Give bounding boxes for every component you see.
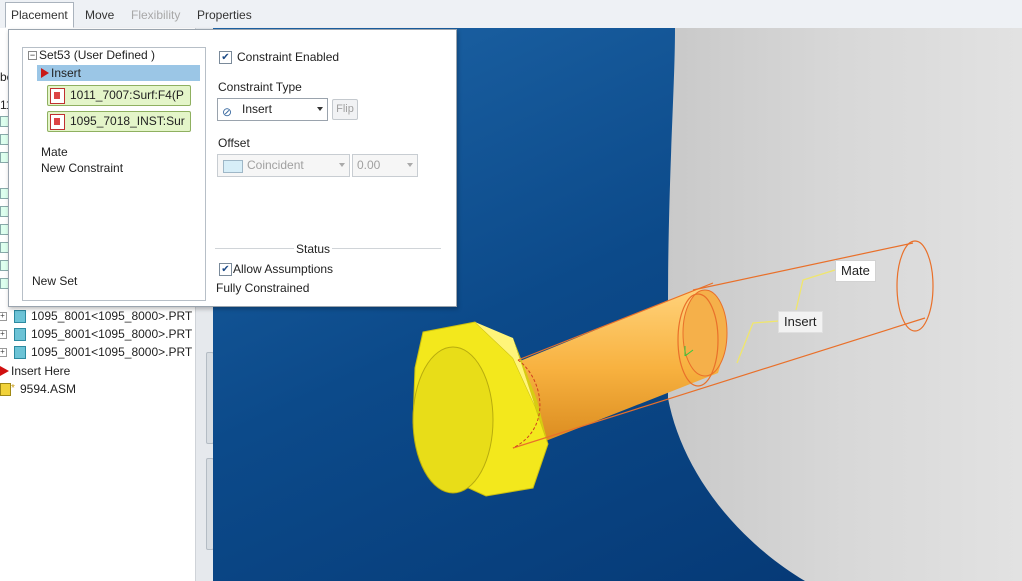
expand-icon[interactable]: +	[0, 312, 7, 321]
offset-mode-select[interactable]: Coincident	[217, 154, 350, 177]
allow-assumptions-checkbox[interactable]: ✔	[219, 263, 232, 276]
asterisk-icon: *	[11, 383, 15, 394]
dashboard-tab-bar: Placement Move Flexibility Properties	[0, 0, 1022, 29]
tab-properties[interactable]: Properties	[192, 3, 257, 27]
constraint-item-insert[interactable]: Insert	[37, 65, 200, 81]
mate-callout[interactable]: Mate	[835, 260, 876, 282]
insert-callout[interactable]: Insert	[778, 311, 823, 333]
tab-flexibility[interactable]: Flexibility	[126, 3, 185, 27]
bolt-end-face[interactable]	[682, 289, 728, 377]
part-icon	[14, 346, 26, 359]
surface-ref-icon	[50, 114, 65, 130]
set-name[interactable]: Set53 (User Defined )	[39, 48, 155, 62]
constraint-type-select[interactable]: ⊘ Insert	[217, 98, 328, 121]
collapse-icon[interactable]: −	[28, 51, 37, 60]
constraint-list: − Set53 (User Defined ) Insert 1011_7007…	[22, 47, 206, 301]
coincident-icon	[223, 160, 243, 173]
constraint-item-mate[interactable]: Mate	[41, 145, 68, 159]
insert-flag-icon	[0, 366, 9, 376]
chevron-down-icon	[339, 163, 345, 167]
status-text: Fully Constrained	[216, 281, 310, 295]
reference-2[interactable]: 1095_7018_INST:Sur	[47, 111, 191, 132]
allow-assumptions-label: Allow Assumptions	[233, 262, 334, 276]
offset-label: Offset	[218, 136, 250, 150]
offset-value-select[interactable]: 0.00	[352, 154, 418, 177]
bolt-head-face[interactable]	[412, 346, 494, 494]
expand-icon[interactable]: +	[0, 330, 7, 339]
part-icon	[14, 328, 26, 341]
assembly-icon	[0, 383, 11, 396]
part-icon	[14, 310, 26, 323]
flip-button[interactable]: Flip	[332, 99, 358, 120]
chevron-down-icon	[317, 107, 323, 111]
new-set[interactable]: New Set	[32, 274, 77, 288]
placement-panel: − Set53 (User Defined ) Insert 1011_7007…	[8, 29, 457, 307]
tab-placement[interactable]: Placement	[5, 2, 74, 28]
arrow-right-icon	[41, 68, 49, 78]
constraint-enabled-label: Constraint Enabled	[237, 50, 340, 64]
expand-icon[interactable]: +	[0, 348, 7, 357]
reference-1[interactable]: 1011_7007:Surf:F4(P	[47, 85, 191, 106]
insert-type-icon: ⊘	[222, 105, 233, 119]
tab-move[interactable]: Move	[80, 3, 119, 27]
constraint-enabled-checkbox[interactable]: ✔	[219, 51, 232, 64]
constraint-type-label: Constraint Type	[218, 80, 302, 94]
status-label: Status	[294, 242, 333, 256]
constraint-item-new[interactable]: New Constraint	[41, 161, 123, 175]
chevron-down-icon	[407, 163, 413, 167]
surface-ref-icon	[50, 88, 65, 104]
